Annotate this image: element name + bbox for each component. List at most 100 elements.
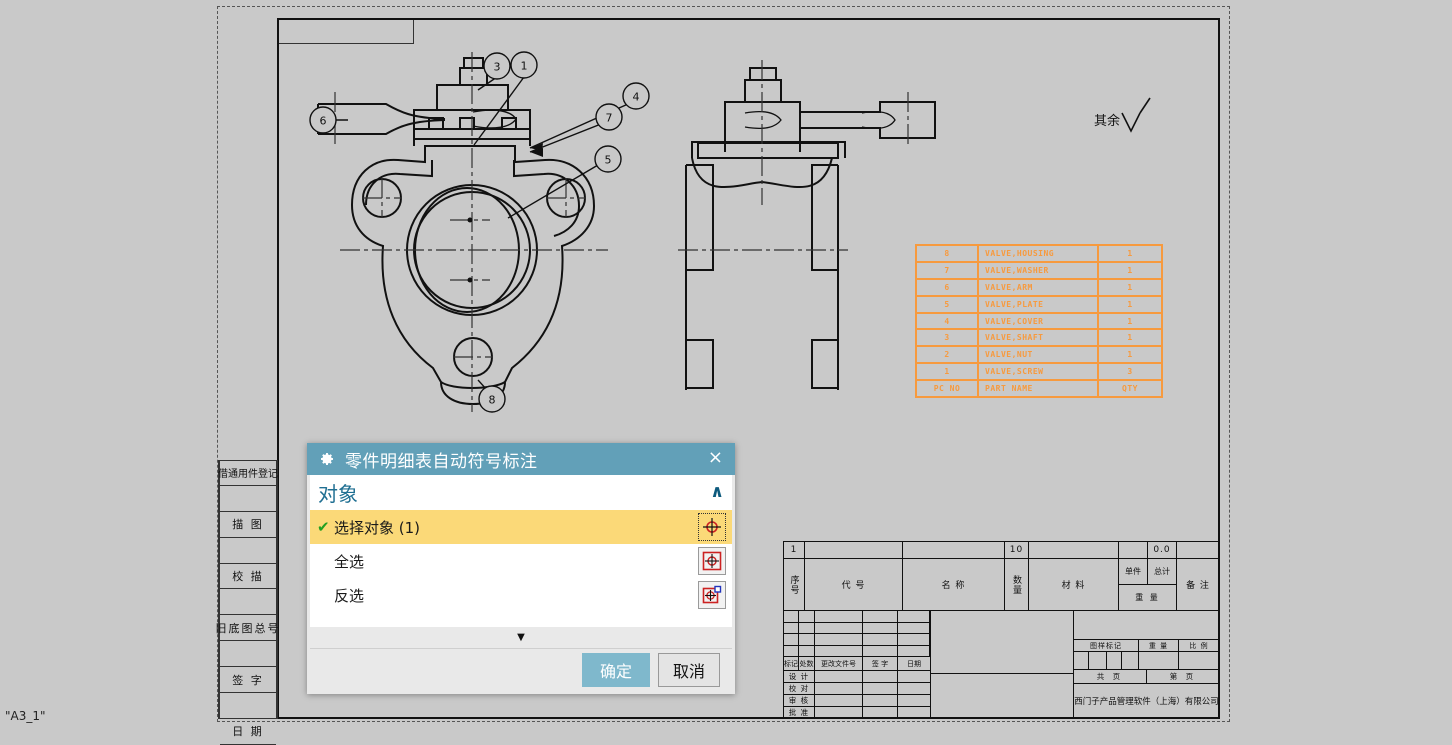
bom-cell-qty: 1 [1127,299,1133,309]
tb-header-material: 材 料 [1029,559,1119,610]
tb-header-name: 名 称 [903,559,1005,610]
rev-header-date: 日期 [907,659,921,668]
title-block-top-row: 1 10 0.0 [784,542,1219,559]
bom-header-row: PC NO PART NAME QTY [917,381,1161,397]
bom-cell-no: 7 [917,262,979,278]
bom-cell-qty: 3 [1127,367,1133,377]
bom-cell-no: 4 [917,313,979,329]
parts-list-table[interactable]: 8 VALVE,HOUSING 1 7 VALVE,WASHER 1 6 VAL… [915,244,1163,398]
margin-cell-blank-1 [220,486,276,512]
tb-top-name [903,542,1005,558]
bom-cell-qty: 1 [1127,248,1133,258]
check-icon: ✔ [317,518,330,536]
revision-block[interactable]: 标记 处数 更改文件号 签 字 日期 设 计 校 对 审 核 批 准 [784,611,931,718]
bom-cell-no: 5 [917,296,979,312]
title-block-lower: 标记 处数 更改文件号 签 字 日期 设 计 校 对 审 核 批 准 图样标记 [784,611,1219,718]
tb-top-qty: 10 [1005,542,1029,558]
invert-selection-icon[interactable] [698,581,726,609]
title-block-right: 图样标记 重 量 比 例 共 页 第 页 西门子产品管理软件（上海）有限公司 [1074,611,1219,718]
bom-header-qty: QTY [1122,384,1138,394]
bom-cell-qty: 1 [1127,282,1133,292]
sig-label-approve: 批 准 [784,707,815,718]
option-select-all[interactable]: 全选 [310,544,732,578]
bom-cell-qty: 1 [1127,350,1133,360]
cancel-button[interactable]: 取消 [657,653,720,687]
bom-cell-name: VALVE,COVER [979,313,1099,329]
bom-cell-qty: 1 [1127,265,1133,275]
tb-header-code: 代 号 [805,559,903,610]
bom-cell-name: VALVE,PLATE [979,296,1099,312]
drawing-number-field[interactable] [931,674,1073,718]
option-label-select-object: 选择对象 (1) [334,518,421,537]
bom-cell-qty: 1 [1127,333,1133,343]
dialog-title: 零件明细表自动符号标注 [345,451,538,472]
tb-header-drawing-mark: 图样标记 [1074,640,1139,651]
rev-header-mark: 标记 [784,657,799,670]
select-object-icon[interactable] [698,513,726,541]
bom-cell-name: VALVE,ARM [979,279,1099,295]
bom-cell-name: VALVE,WASHER [979,262,1099,278]
title-block-middle[interactable] [931,611,1074,718]
tb-weight-group: 单件 总计 重 量 [1119,559,1177,610]
table-row[interactable]: 6 VALVE,ARM 1 [917,279,1161,297]
ok-button[interactable]: 确定 [581,653,650,687]
tb-current-page: 第 页 [1169,672,1197,681]
rev-header-doc-no: 更改文件号 [815,657,863,670]
rev-header-count: 处数 [799,657,815,670]
close-icon[interactable]: × [704,448,727,470]
tb-top-seq: 1 [784,542,805,558]
table-row[interactable]: 3 VALVE,SHAFT 1 [917,330,1161,348]
option-select-object[interactable]: ✔ 选择对象 (1) [310,510,732,544]
bom-header-name: PART NAME [979,381,1099,397]
table-row[interactable]: 5 VALVE,PLATE 1 [917,296,1161,314]
margin-cell-blank-2 [220,538,276,564]
margin-label-signature: 签 字 [220,667,276,694]
bom-cell-name: VALVE,SCREW [979,364,1099,380]
left-margin-block: 借通用件登记 描 图 校 描 旧底图总号 签 字 日 期 [216,460,279,745]
bom-cell-qty: 1 [1127,316,1133,326]
bom-cell-no: 6 [917,279,979,295]
table-row[interactable]: 7 VALVE,WASHER 1 [917,262,1161,280]
tb-header-qty: 数量 [1011,574,1021,595]
sig-label-design: 设 计 [784,671,815,682]
sig-label-review: 审 核 [784,695,815,706]
parts-list-auto-balloon-dialog[interactable]: 零件明细表自动符号标注 × 对象 ∧ ✔ 选择对象 (1) 全选 反选 ▼ 确定… [307,443,735,694]
dialog-footer: 确定 取消 [307,649,735,691]
margin-label-borrowed-parts: 借通用件登记 [218,460,278,486]
table-row[interactable]: 2 VALVE,NUT 1 [917,347,1161,365]
tb-header-weight: 重 量 [1135,592,1160,602]
tb-header-unit-weight: 单件 [1119,559,1148,584]
option-invert-selection[interactable]: 反选 [310,578,732,612]
select-all-icon[interactable] [698,547,726,575]
title-block[interactable]: 1 10 0.0 序号 代 号 名 称 数量 材 料 单件 总计 重 量 备 注 [783,541,1220,719]
tb-header-total-weight: 总计 [1154,566,1170,576]
option-label-select-all: 全选 [334,552,365,571]
object-group-header[interactable]: 对象 ∧ [310,475,732,510]
tb-total-pages: 共 页 [1074,670,1147,683]
company-name: 西门子产品管理软件（上海）有限公司 [1074,697,1219,707]
gear-icon [321,453,333,465]
chevron-up-icon[interactable]: ∧ [710,482,724,502]
tb-top-code [805,542,903,558]
tb-header-weight-right: 重 量 [1139,640,1179,651]
table-row[interactable]: 4 VALVE,COVER 1 [917,313,1161,331]
tb-right-blank [1074,611,1219,640]
margin-cell-blank-4 [220,641,276,668]
expand-more-strip[interactable]: ▼ [310,627,732,649]
sheet-size-label: "A3_1" [5,709,46,723]
table-row[interactable]: 8 VALVE,HOUSING 1 [917,246,1161,263]
surface-finish-note: 其余 [1094,114,1121,129]
margin-label-date: 日 期 [220,719,276,745]
bom-cell-name: VALVE,HOUSING [979,246,1099,261]
option-label-invert-selection: 反选 [334,586,365,605]
drawing-title-field[interactable] [931,611,1073,674]
chevron-down-icon[interactable]: ▼ [517,632,525,643]
table-row[interactable]: 1 VALVE,SCREW 3 [917,364,1161,382]
dialog-body: 对象 ∧ ✔ 选择对象 (1) 全选 反选 [310,475,732,627]
bom-cell-name: VALVE,NUT [979,347,1099,363]
margin-label-check-tracing: 校 描 [220,564,276,590]
bom-cell-no: 1 [917,364,979,380]
dialog-title-bar[interactable]: 零件明细表自动符号标注 × [307,443,735,475]
top-left-title-box [279,20,414,44]
title-block-header-row: 序号 代 号 名 称 数量 材 料 单件 总计 重 量 备 注 [784,559,1219,611]
